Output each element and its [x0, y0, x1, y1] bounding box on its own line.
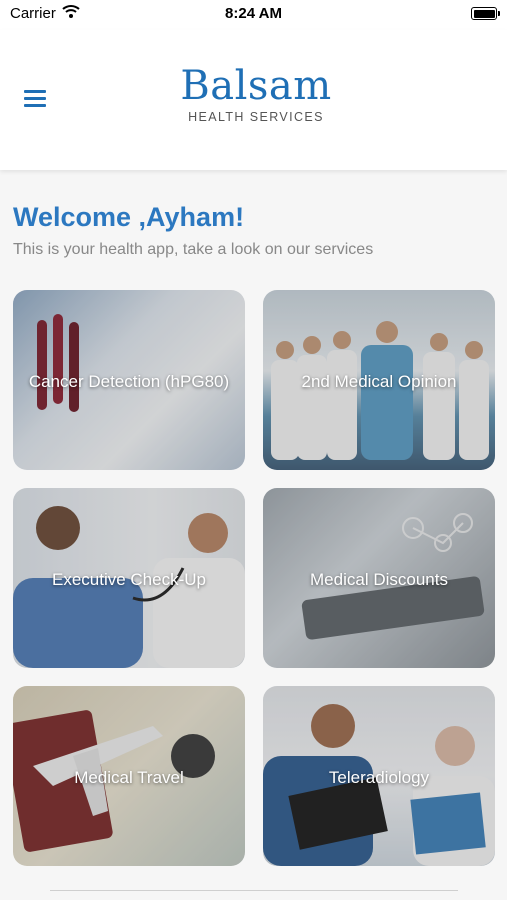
service-label: Teleradiology [328, 768, 430, 787]
clock-time: 8:24 AM [225, 5, 282, 22]
service-label: 2nd Medical Opinion [301, 372, 457, 391]
menu-icon[interactable] [24, 90, 46, 108]
status-bar: Carrier 8:24 AM [0, 0, 507, 30]
service-label: Medical Discounts [310, 570, 448, 589]
logo-name: Balsam [180, 63, 332, 109]
service-card-cancer-detection[interactable]: Cancer Detection (hPG80) [13, 290, 245, 470]
service-card-teleradiology[interactable]: Teleradiology [263, 686, 495, 866]
welcome-title: Welcome ,Ayham! [13, 202, 245, 232]
service-label: Cancer Detection (hPG80) [28, 372, 230, 391]
welcome-subtitle: This is your health app, take a look on … [13, 241, 374, 258]
bottom-divider [50, 890, 458, 891]
service-card-second-opinion[interactable]: 2nd Medical Opinion [263, 290, 495, 470]
service-card-medical-discounts[interactable]: Medical Discounts [263, 488, 495, 668]
logo-subtitle: HEALTH SERVICES [188, 110, 324, 124]
service-label: Medical Travel [74, 768, 184, 787]
battery-icon [471, 7, 500, 20]
app-logo: Balsam HEALTH SERVICES [176, 64, 336, 124]
app-header: Balsam HEALTH SERVICES [0, 30, 507, 170]
service-card-medical-travel[interactable]: Medical Travel [13, 686, 245, 866]
service-label: Executive Check-Up [51, 570, 206, 589]
service-card-executive-checkup[interactable]: Executive Check-Up [13, 488, 245, 668]
